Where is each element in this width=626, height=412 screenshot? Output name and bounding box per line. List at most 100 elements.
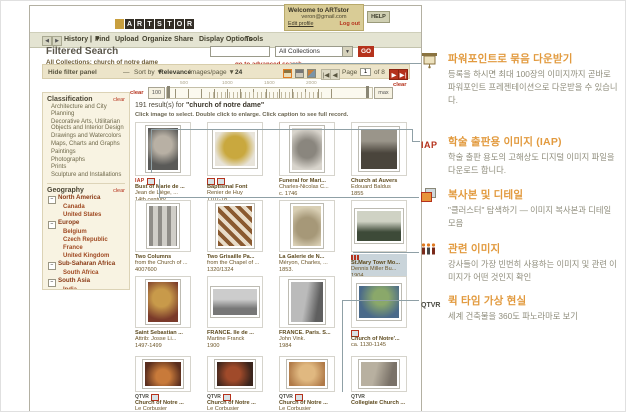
result-caption[interactable]: Saint Sebastian ... Attrib: Josse Li... … [135,330,191,349]
thumbnail-frame[interactable] [135,356,191,392]
geo-country[interactable]: United Kingdom [47,252,125,260]
result-item[interactable]: St.Mary Towr Mo... Dennis Miller Bu... 1… [351,200,407,279]
classification-item[interactable]: Prints [47,163,125,171]
thumbnail-image[interactable] [148,282,178,322]
print-icon[interactable] [295,69,304,78]
thumbnail-image[interactable] [292,128,322,170]
thumbnail-image[interactable] [145,362,181,386]
thumbnail-frame[interactable] [207,200,263,252]
page-number-input[interactable] [360,68,371,76]
thumbnail-image[interactable] [217,362,253,386]
tree-collapse-icon[interactable]: − [48,279,56,287]
result-caption[interactable]: Funeral for Mari... Charles-Nicolas C...… [279,178,335,197]
thumbnail-image[interactable] [289,362,325,386]
classification-item[interactable]: Photographs [47,156,125,164]
thumbnail-image[interactable] [361,362,397,386]
tree-collapse-icon[interactable]: − [48,221,56,229]
classification-item[interactable]: Decorative Arts, Utilitarian Objects and… [47,118,125,133]
result-item[interactable]: Saint Sebastian ... Attrib: Josse Li... … [135,276,191,349]
result-item[interactable]: Two Columns from the Church of ... 40076… [135,200,191,273]
thumbnail-image[interactable] [359,286,399,318]
menu-share[interactable]: Share [174,36,193,43]
classification-item[interactable]: Sculpture and Installations [47,171,125,179]
thumbnail-image[interactable] [149,206,177,246]
thumbnail-frame[interactable] [351,356,407,392]
classification-item[interactable]: Paintings [47,148,125,156]
thumbnail-frame[interactable] [279,356,335,392]
tree-collapse-icon[interactable]: − [48,262,56,270]
go-button[interactable]: GO [358,46,374,57]
result-item[interactable]: QTVR Church of Notre ... Le Corbusier [207,356,263,412]
result-caption[interactable]: Two Columns from the Church of ... 40076… [135,254,191,273]
menu-organize[interactable]: Organize [142,36,172,43]
history-forward-icon[interactable]: ▶ [52,36,62,46]
thumbnail-frame[interactable] [279,122,335,176]
result-item[interactable]: Funeral for Mari... Charles-Nicolas C...… [279,122,335,197]
geo-region[interactable]: −South Asia [47,277,125,286]
menu-tools[interactable]: Tools [245,36,263,43]
geo-country[interactable]: France [47,244,125,252]
result-item[interactable]: QTVR Collegiate Church ... [351,356,407,406]
search-input[interactable] [210,46,270,57]
timeline-clear-link-2[interactable]: clear [393,82,407,88]
thumbnail-frame[interactable] [351,200,407,252]
collapse-icon[interactable]: — [123,69,130,76]
last-page-icon[interactable]: ▶| [398,69,408,80]
thumbnail-frame[interactable] [279,276,335,328]
powerpoint-export-icon[interactable] [283,69,292,78]
thumbnail-frame[interactable] [207,356,263,392]
timeline-left-handle[interactable] [167,86,170,98]
geo-country[interactable]: Canada [47,203,125,211]
result-caption[interactable]: Church of Notre'... ca. 1130-1145 [351,330,407,349]
thumbnail-image[interactable] [361,129,397,169]
log-out-link[interactable]: Log out [339,21,360,27]
classification-item[interactable]: Drawings and Watercolors [47,132,125,140]
timeline-histogram-track[interactable] [166,87,373,99]
timeline-right-handle[interactable] [366,86,369,98]
help-button[interactable]: HELP [367,11,390,23]
thumbnail-frame[interactable] [135,200,191,252]
thumbnail-frame[interactable] [135,276,191,328]
result-caption[interactable]: Church at Auvers Edouard Baldus 1855 [351,178,407,197]
classification-clear-link[interactable]: clear [113,97,125,103]
timeline-clear-link[interactable]: clear [130,90,144,96]
geo-country[interactable]: South Africa [47,269,125,277]
geo-region[interactable]: −North America [47,194,125,203]
images-per-page-value[interactable]: 24 [235,69,242,76]
thumbnail-image[interactable] [293,206,321,246]
classification-item[interactable]: Architecture and City Planning [47,103,125,118]
geo-country[interactable]: Belgium [47,228,125,236]
thumbnail-frame[interactable] [351,276,407,328]
thumbnail-frame[interactable] [351,122,407,176]
thumbnail-image[interactable] [148,128,178,170]
result-item[interactable]: QTVR Church of Notre ... Le Corbusier [279,356,335,412]
menu-upload[interactable]: Upload [115,36,139,43]
result-caption[interactable]: QTVR Church of Notre ... Le Corbusier [135,394,191,412]
geo-region[interactable]: −Sub-Saharan Africa [47,260,125,269]
geo-region[interactable]: −Europe [47,219,125,228]
geography-clear-link[interactable]: clear [113,188,125,194]
thumbnail-frame[interactable] [279,200,335,252]
result-caption[interactable]: Two Grisaille Pa... from the Chapel of .… [207,254,263,273]
geo-country[interactable]: India [47,286,125,290]
thumbnail-image[interactable] [213,289,257,315]
result-item[interactable]: QTVR Church of Notre ... Le Corbusier [135,356,191,412]
hide-filter-panel-link[interactable]: Hide filter panel [48,69,97,76]
thumbnail-image[interactable] [218,206,252,246]
geo-country[interactable]: Czech Republic [47,236,125,244]
images-per-page-dropdown[interactable]: Images/page ▼ [189,69,235,76]
result-item[interactable]: IAP Bust of Marie de ... Jean de Liège, … [135,122,191,203]
result-item[interactable]: Church of Notre'... ca. 1130-1145 [351,276,407,349]
thumbnail-frame[interactable] [207,276,263,328]
edit-profile-link[interactable]: Edit profile [288,21,313,27]
tree-collapse-icon[interactable]: − [48,196,56,204]
result-item[interactable]: FRANCE. Paris. S... John Vink. 1984 [279,276,335,349]
result-caption[interactable]: QTVR Church of Notre ... Le Corbusier [207,394,263,412]
thumbnail-image[interactable] [215,132,255,166]
prev-page-icon[interactable]: ◀ [330,69,340,80]
result-caption[interactable]: La Galerie de N... Méryon, Charles, ... … [279,254,335,273]
result-caption[interactable]: FRANCE. Ile de ... Martine Franck 1900 [207,330,263,349]
thumbnail-image[interactable] [357,211,401,241]
sort-value[interactable]: Relevance [159,69,191,76]
geo-country[interactable]: United States [47,211,125,219]
